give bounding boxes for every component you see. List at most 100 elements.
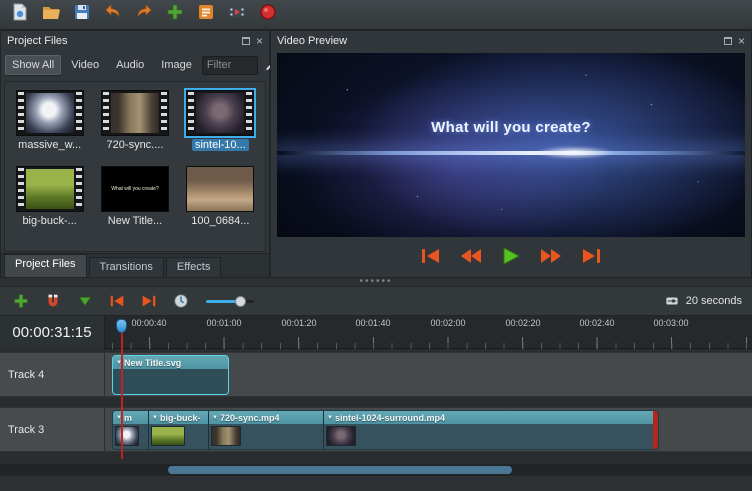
add-marker-icon[interactable] xyxy=(74,290,96,312)
file-thumbnail xyxy=(186,90,254,136)
file-item-bigbuck[interactable]: big-buck-... xyxy=(8,166,92,232)
clip-thumbnail xyxy=(115,426,139,446)
file-name: 720-sync.... xyxy=(104,139,167,151)
zoom-scale-indicator: 20 seconds xyxy=(664,294,742,308)
left-panel-tabs: Project Files Transitions Effects xyxy=(1,253,269,277)
tab-effects[interactable]: Effects xyxy=(166,257,221,277)
video-preview-title: Video Preview xyxy=(277,35,724,47)
close-panel-icon[interactable]: × xyxy=(256,36,263,46)
file-item-massive[interactable]: massive_w... xyxy=(8,90,92,156)
track-header[interactable]: Track 3 xyxy=(0,408,105,451)
panel-splitter-handle[interactable]: •••••• xyxy=(0,278,752,286)
timeline-ruler[interactable]: 00:00:40 00:01:00 00:01:20 00:01:40 00:0… xyxy=(105,316,752,349)
import-files-icon xyxy=(165,2,185,27)
clip-header: ▼New Title.svg xyxy=(113,356,228,369)
export-video-icon xyxy=(227,2,247,27)
file-name: New Title... xyxy=(105,215,165,227)
play-icon[interactable] xyxy=(499,247,523,265)
scrollbar-thumb[interactable] xyxy=(168,466,512,474)
image-filter-button[interactable]: Image xyxy=(154,55,199,75)
ruler-label: 00:01:00 xyxy=(202,318,246,328)
playback-controls xyxy=(271,243,751,269)
new-project-icon xyxy=(10,2,30,27)
file-thumbnail xyxy=(16,90,84,136)
timeline-zoom-slider[interactable] xyxy=(206,294,254,308)
save-project-button[interactable] xyxy=(70,3,94,27)
center-playhead-icon[interactable] xyxy=(170,290,192,312)
clip-label: m xyxy=(124,413,132,423)
open-project-icon xyxy=(41,2,61,27)
track-header[interactable]: Track 4 xyxy=(0,353,105,396)
playhead-handle[interactable] xyxy=(116,319,127,333)
file-name: 100_0684... xyxy=(188,215,252,227)
clip-label: big-buck- xyxy=(160,413,201,423)
zoom-slider-track[interactable] xyxy=(206,300,254,303)
clip-label: 720-sync.mp4 xyxy=(220,413,280,423)
open-project-button[interactable] xyxy=(39,3,63,27)
previous-marker-icon[interactable] xyxy=(106,290,128,312)
file-item-newtitle[interactable]: What will you create? New Title... xyxy=(93,166,177,232)
clip-menu-icon[interactable]: ▼ xyxy=(212,415,218,421)
redo-button[interactable] xyxy=(132,3,156,27)
rewind-icon[interactable] xyxy=(459,247,483,265)
redo-icon xyxy=(134,2,154,27)
clip-menu-icon[interactable]: ▼ xyxy=(152,415,158,421)
file-thumbnail xyxy=(16,166,84,212)
zoom-slider-handle[interactable] xyxy=(235,296,246,307)
next-marker-icon[interactable] xyxy=(138,290,160,312)
video-filter-button[interactable]: Video xyxy=(64,55,106,75)
clip-label: New Title.svg xyxy=(124,358,181,368)
clip-new-title[interactable]: ▼New Title.svg xyxy=(112,355,229,395)
track3-clip-group: ▼m ▼big-buck- ▼720-sync.mp4 ▼sintel-1024… xyxy=(112,410,659,450)
undo-icon xyxy=(103,2,123,27)
file-item-sintel[interactable]: sintel-10... xyxy=(178,90,262,156)
close-panel-icon[interactable]: × xyxy=(738,36,745,46)
playhead-timecode: 00:00:31:15 xyxy=(0,316,105,349)
clip-big-buck[interactable]: ▼big-buck- xyxy=(148,411,208,449)
jump-to-start-icon[interactable] xyxy=(419,247,443,265)
track-row: Track 4 ▼New Title.svg xyxy=(0,352,752,397)
clip-sintel[interactable]: ▼sintel-1024-surround.mp4 xyxy=(323,411,655,449)
ruler-label: 00:03:00 xyxy=(649,318,693,328)
track-row: Track 3 ▼m ▼big-buck- ▼720-sync.mp4 ▼sin… xyxy=(0,407,752,452)
main-toolbar xyxy=(0,0,752,30)
timeline-toolbar: 20 seconds xyxy=(0,286,752,316)
import-files-button[interactable] xyxy=(163,3,187,27)
timeline-scrollbar[interactable] xyxy=(0,464,752,476)
clip-massive[interactable]: ▼m xyxy=(113,411,148,449)
audio-filter-button[interactable]: Audio xyxy=(109,55,151,75)
clip-menu-icon[interactable]: ▼ xyxy=(327,415,333,421)
clip-720-sync[interactable]: ▼720-sync.mp4 xyxy=(208,411,323,449)
undo-button[interactable] xyxy=(101,3,125,27)
lens-flare-core xyxy=(534,146,614,159)
add-track-icon[interactable] xyxy=(10,290,32,312)
choose-profile-button[interactable] xyxy=(194,3,218,27)
file-thumbnail xyxy=(101,90,169,136)
video-preview-header: Video Preview × xyxy=(271,31,751,51)
show-all-filter-button[interactable]: Show All xyxy=(5,55,61,75)
fast-forward-icon[interactable] xyxy=(539,247,563,265)
clip-header: ▼big-buck- xyxy=(149,411,208,424)
filter-input[interactable] xyxy=(202,56,258,75)
jump-to-end-icon[interactable] xyxy=(579,247,603,265)
clip-trim-marker[interactable] xyxy=(653,411,658,449)
tab-project-files[interactable]: Project Files xyxy=(4,254,87,277)
record-icon xyxy=(258,2,278,27)
float-panel-icon[interactable] xyxy=(724,37,732,45)
file-item-photo[interactable]: 100_0684... xyxy=(178,166,262,232)
zoom-scale-icon xyxy=(664,294,680,308)
file-item-720sync[interactable]: 720-sync.... xyxy=(93,90,177,156)
tab-transitions[interactable]: Transitions xyxy=(89,257,164,277)
ruler-label: 00:02:20 xyxy=(501,318,545,328)
file-thumbnail xyxy=(186,166,254,212)
save-project-icon xyxy=(72,2,92,27)
choose-profile-icon xyxy=(196,2,216,27)
record-button[interactable] xyxy=(256,3,280,27)
new-project-button[interactable] xyxy=(8,3,32,27)
export-video-button[interactable] xyxy=(225,3,249,27)
lens-flare xyxy=(277,151,745,155)
ruler-label: 00:00:40 xyxy=(127,318,171,328)
snapping-icon[interactable] xyxy=(42,290,64,312)
float-panel-icon[interactable] xyxy=(242,37,250,45)
playhead-line xyxy=(121,333,123,459)
